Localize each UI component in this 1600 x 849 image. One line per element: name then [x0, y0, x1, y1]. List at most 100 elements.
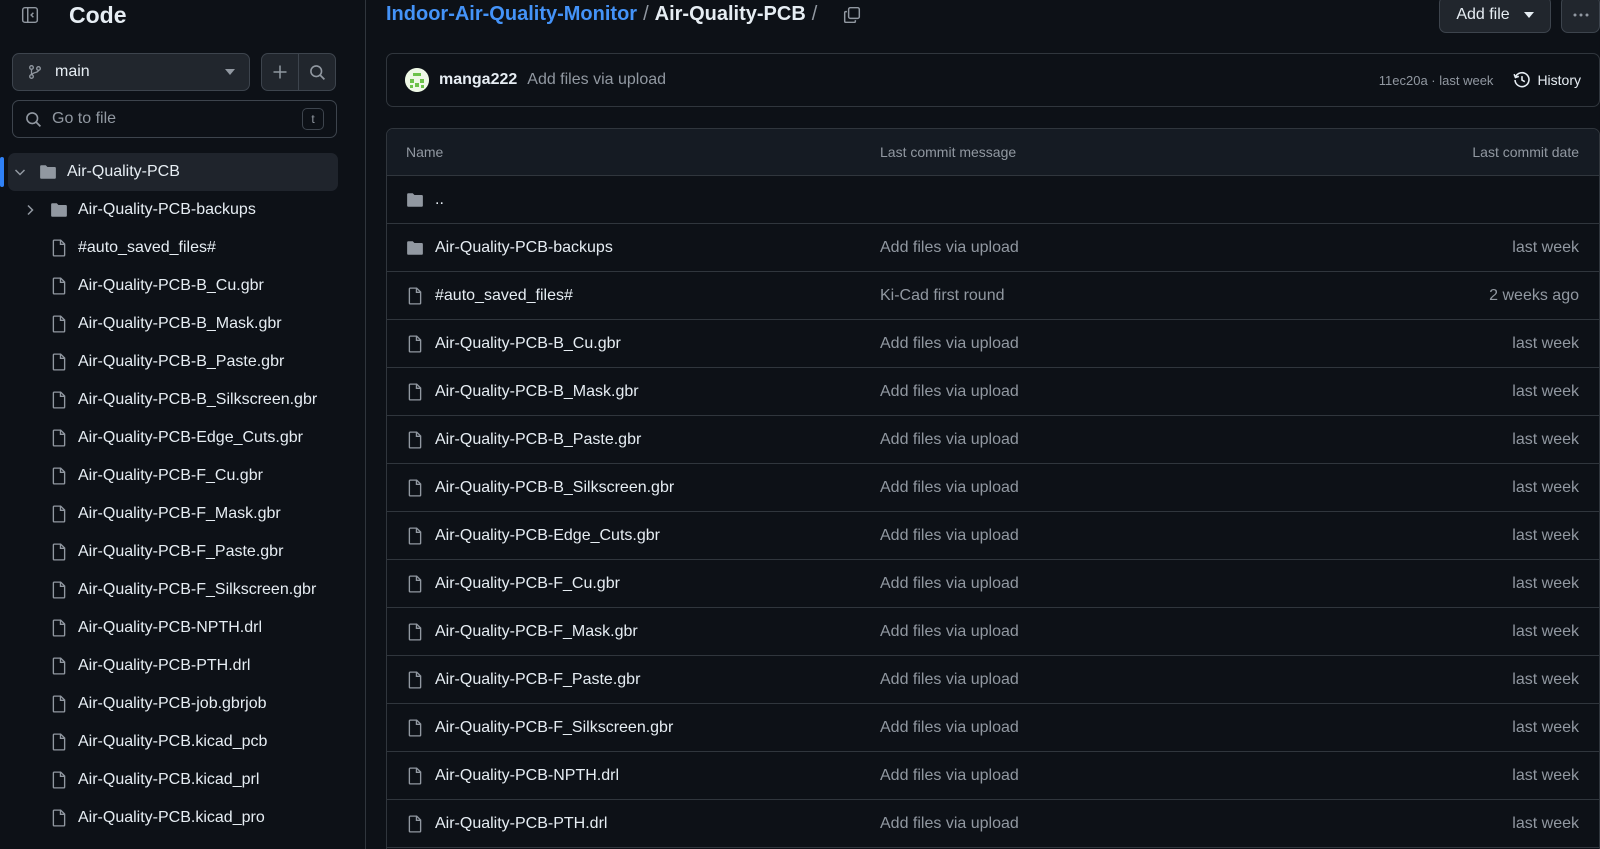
table-row[interactable]: Air-Quality-PCB-B_Paste.gbr Add files via… [387, 416, 1599, 464]
file-icon [52, 733, 66, 751]
tree-item-file[interactable]: Air-Quality-PCB-B_Paste.gbr [0, 343, 366, 381]
tree-item-file[interactable]: Air-Quality-PCB.kicad_prl [0, 761, 366, 799]
file-name-link[interactable]: Air-Quality-PCB-B_Mask.gbr [435, 368, 639, 416]
avatar[interactable] [405, 68, 429, 92]
tree-item-file[interactable]: Air-Quality-PCB-B_Silkscreen.gbr [0, 381, 366, 419]
commit-message-link[interactable]: Add files via upload [880, 464, 1019, 512]
tree-item-label: Air-Quality-PCB-B_Paste.gbr [78, 353, 285, 370]
collapse-sidebar-button[interactable] [14, 0, 46, 30]
parent-directory-link[interactable]: .. [435, 176, 444, 224]
chevron-right-wrap[interactable] [22, 202, 38, 218]
branch-selector-button[interactable]: main [12, 53, 250, 91]
tree-item-file[interactable]: Air-Quality-PCB-NPTH.drl [0, 609, 366, 647]
table-row[interactable]: Air-Quality-PCB-NPTH.drl Add files via up… [387, 752, 1599, 800]
table-row[interactable]: Air-Quality-PCB-B_Cu.gbr Add files via up… [387, 320, 1599, 368]
tree-item-folder[interactable]: Air-Quality-PCB-backups [0, 191, 366, 229]
caret-down-icon [1523, 11, 1534, 18]
commit-message-link[interactable]: Ki-Cad first round [880, 272, 1005, 320]
row-icon-wrap [406, 671, 424, 689]
commit-message-link[interactable]: Add files via upload [880, 560, 1019, 608]
file-name-link[interactable]: Air-Quality-PCB-F_Mask.gbr [435, 608, 638, 656]
row-icon-wrap [406, 479, 424, 497]
table-row[interactable]: Air-Quality-PCB-PTH.drl Add files via upl… [387, 800, 1599, 848]
breadcrumb-separator: / [811, 3, 818, 25]
tree-item-file[interactable]: Air-Quality-PCB-job.gbrjob [0, 685, 366, 723]
tree-item-label: Air-Quality-PCB-backups [78, 201, 256, 218]
history-button[interactable]: History [1513, 71, 1581, 89]
folder-icon [407, 241, 423, 255]
tree-item-file[interactable]: Air-Quality-PCB-F_Paste.gbr [0, 533, 366, 571]
commit-date: last week [1512, 383, 1579, 400]
commit-message-link[interactable]: Add files via upload [880, 656, 1019, 704]
tree-item-file[interactable]: Air-Quality-PCB-F_Cu.gbr [0, 457, 366, 495]
latest-commit-bar: manga222 Add files via upload 11ec20a · … [386, 53, 1600, 107]
file-icon [408, 719, 422, 737]
file-icon [52, 429, 66, 447]
more-options-button[interactable] [1561, 0, 1600, 33]
tree-item-file[interactable]: Air-Quality-PCB-B_Cu.gbr [0, 267, 366, 305]
file-name-link[interactable]: Air-Quality-PCB-Edge_Cuts.gbr [435, 512, 660, 560]
commit-message-link[interactable]: Add files via upload [880, 368, 1019, 416]
file-wrap [50, 657, 68, 675]
chevron-down-wrap[interactable] [12, 164, 28, 180]
go-to-file-box[interactable]: t [12, 100, 337, 138]
file-icon [52, 239, 66, 257]
tree-item-file[interactable]: Air-Quality-PCB-F_Silkscreen.gbr [0, 571, 366, 609]
breadcrumb-repo-link[interactable]: Indoor-Air-Quality-Monitor [386, 3, 637, 26]
file-icon [52, 353, 66, 371]
go-to-file-input[interactable] [52, 110, 302, 128]
add-file-button[interactable]: Add file [1439, 0, 1551, 33]
file-wrap [50, 771, 68, 789]
file-name-link[interactable]: Air-Quality-PCB-backups [435, 224, 613, 272]
file-rows: Air-Quality-PCB-backups Add files via upl… [387, 224, 1599, 848]
tree-item-file[interactable]: Air-Quality-PCB-Edge_Cuts.gbr [0, 419, 366, 457]
commit-message-link[interactable]: Add files via upload [527, 71, 666, 89]
tree-item-file[interactable]: Air-Quality-PCB-PTH.drl [0, 647, 366, 685]
table-row[interactable]: #auto_saved_files# Ki-Cad first round 2 we… [387, 272, 1599, 320]
file-name-link[interactable]: Air-Quality-PCB-F_Paste.gbr [435, 656, 640, 704]
commit-message-link[interactable]: Add files via upload [880, 224, 1019, 272]
commit-message-link[interactable]: Add files via upload [880, 512, 1019, 560]
commit-message-link[interactable]: Add files via upload [880, 800, 1019, 848]
file-name-link[interactable]: Air-Quality-PCB-F_Cu.gbr [435, 560, 620, 608]
copy-path-button[interactable] [843, 6, 861, 24]
file-icon [52, 771, 66, 789]
table-row[interactable]: Air-Quality-PCB-F_Silkscreen.gbr Add file… [387, 704, 1599, 752]
commit-message-link[interactable]: Add files via upload [880, 752, 1019, 800]
commit-message-link[interactable]: Add files via upload [880, 608, 1019, 656]
row-icon-wrap [406, 527, 424, 545]
file-name-link[interactable]: Air-Quality-PCB-B_Silkscreen.gbr [435, 464, 674, 512]
commit-message-link[interactable]: Add files via upload [880, 416, 1019, 464]
table-row[interactable]: Air-Quality-PCB-Edge_Cuts.gbr Add files v… [387, 512, 1599, 560]
tree-item-file[interactable]: #auto_saved_files# [0, 229, 366, 267]
add-file-sidebar-button[interactable] [261, 53, 299, 91]
tree-item-file[interactable]: Air-Quality-PCB-F_Mask.gbr [0, 495, 366, 533]
commit-author-link[interactable]: manga222 [439, 71, 517, 89]
commit-message-link[interactable]: Add files via upload [880, 320, 1019, 368]
table-row[interactable]: Air-Quality-PCB-F_Cu.gbr Add files via up… [387, 560, 1599, 608]
file-name-link[interactable]: Air-Quality-PCB-NPTH.drl [435, 752, 619, 800]
file-name-link[interactable]: Air-Quality-PCB-F_Silkscreen.gbr [435, 704, 673, 752]
file-tree-sidebar: Code main t Air-Quali [0, 0, 366, 849]
search-code-button[interactable] [298, 53, 336, 91]
tree-item-file[interactable]: Air-Quality-PCB-B_Mask.gbr [0, 305, 366, 343]
table-row[interactable]: Air-Quality-PCB-F_Mask.gbr Add files via … [387, 608, 1599, 656]
file-name-link[interactable]: Air-Quality-PCB-B_Paste.gbr [435, 416, 641, 464]
tree-item-file[interactable]: Air-Quality-PCB.kicad_pro [0, 799, 366, 837]
file-name-link[interactable]: #auto_saved_files# [435, 272, 573, 320]
commit-message-link[interactable]: Add files via upload [880, 704, 1019, 752]
tree-item-folder[interactable]: Air-Quality-PCB [0, 153, 338, 191]
table-row[interactable]: Air-Quality-PCB-B_Silkscreen.gbr Add file… [387, 464, 1599, 512]
table-row[interactable]: Air-Quality-PCB-B_Mask.gbr Add files via … [387, 368, 1599, 416]
table-row[interactable]: Air-Quality-PCB-F_Paste.gbr Add files via… [387, 656, 1599, 704]
file-icon [52, 581, 66, 599]
commit-date: last week [1512, 239, 1579, 256]
file-name-link[interactable]: Air-Quality-PCB-B_Cu.gbr [435, 320, 621, 368]
file-wrap [50, 315, 68, 333]
parent-directory-row[interactable]: .. [387, 176, 1599, 224]
commit-hash-and-date[interactable]: 11ec20a · last week [1379, 73, 1494, 88]
file-name-link[interactable]: Air-Quality-PCB-PTH.drl [435, 800, 607, 848]
tree-item-file[interactable]: Air-Quality-PCB.kicad_pcb [0, 723, 366, 761]
tree-item-label: Air-Quality-PCB-F_Silkscreen.gbr [78, 581, 317, 598]
table-row[interactable]: Air-Quality-PCB-backups Add files via upl… [387, 224, 1599, 272]
